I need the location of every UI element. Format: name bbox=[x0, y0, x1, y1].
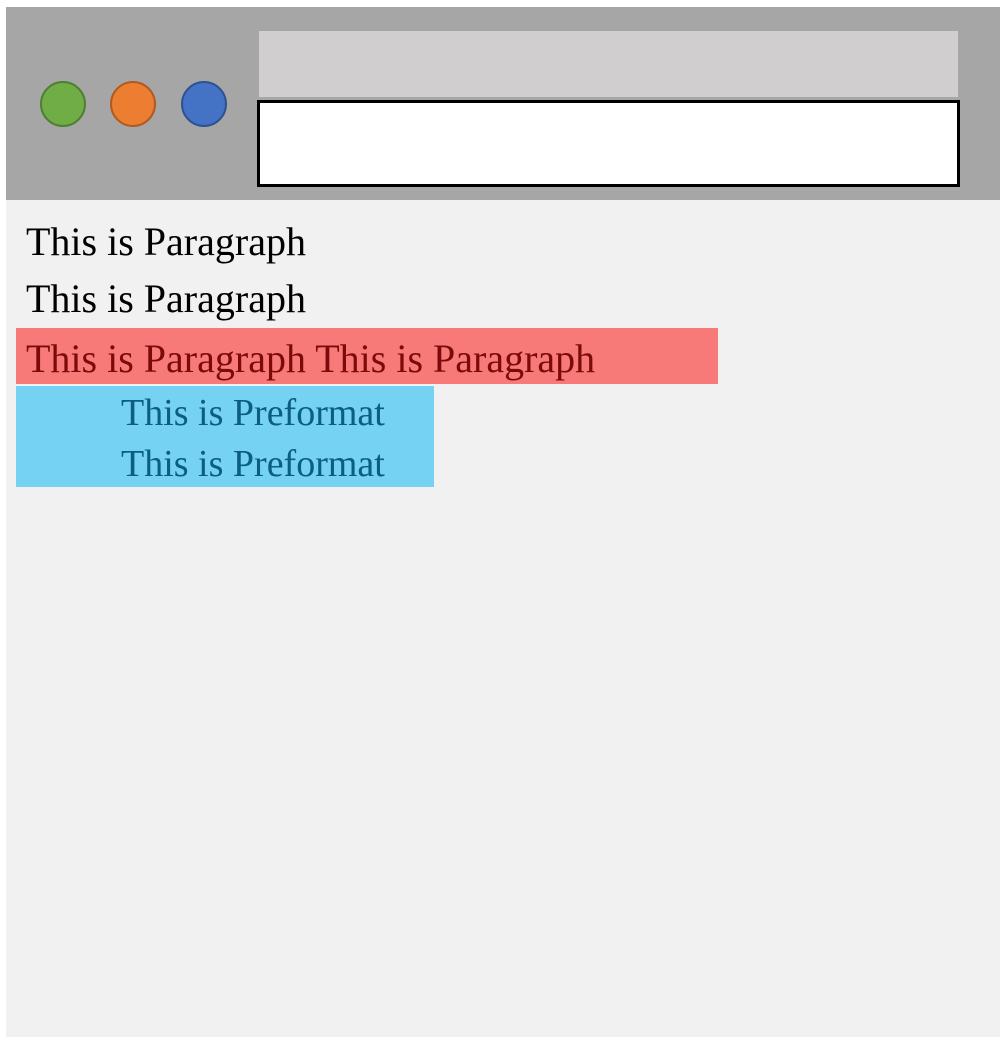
paragraph-2: This is Paragraph bbox=[26, 276, 306, 321]
tab-strip[interactable] bbox=[259, 31, 958, 97]
highlighted-paragraph: This is Paragraph This is Paragraph bbox=[16, 328, 718, 384]
green-circle-icon[interactable] bbox=[40, 81, 86, 127]
blue-circle-icon[interactable] bbox=[181, 81, 227, 127]
address-bar[interactable] bbox=[257, 100, 960, 187]
title-bar bbox=[6, 7, 1000, 200]
preformatted-line-1: This is Preformat bbox=[121, 392, 385, 434]
preformatted-line-2: This is Preformat bbox=[121, 443, 385, 485]
preformatted-block: This is Preformat This is Preformat bbox=[16, 386, 434, 487]
browser-window: This is Paragraph This is Paragraph This… bbox=[6, 7, 1000, 1037]
orange-circle-icon[interactable] bbox=[110, 81, 156, 127]
paragraph-1: This is Paragraph bbox=[26, 219, 306, 264]
